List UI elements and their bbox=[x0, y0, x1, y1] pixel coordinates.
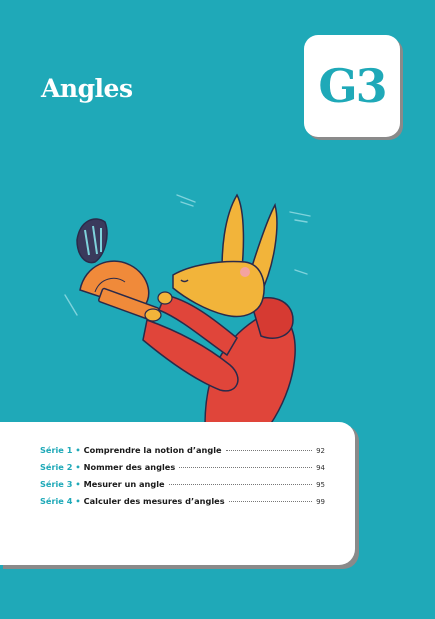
toc-topic: Comprendre la notion d’angle bbox=[83, 445, 222, 455]
dot-leader bbox=[168, 484, 313, 485]
toc-topic: Mesurer un angle bbox=[83, 479, 165, 489]
bullet-icon: • bbox=[75, 496, 81, 506]
toc-row[interactable]: Série 4 • Calculer des mesures d’angles … bbox=[40, 496, 325, 513]
toc-card: Série 1 • Comprendre la notion d’angle 9… bbox=[0, 422, 355, 565]
page-title: Angles bbox=[41, 74, 133, 103]
chapter-badge-label: G3 bbox=[318, 59, 387, 113]
table-of-contents: Série 1 • Comprendre la notion d’angle 9… bbox=[40, 445, 325, 513]
toc-row[interactable]: Série 3 • Mesurer un angle 95 bbox=[40, 479, 325, 496]
dot-leader bbox=[179, 467, 313, 468]
toc-page-number: 95 bbox=[316, 481, 325, 489]
bullet-icon: • bbox=[75, 462, 81, 472]
bullet-icon: • bbox=[75, 479, 81, 489]
chapter-badge: G3 bbox=[304, 35, 400, 137]
dot-leader bbox=[225, 450, 313, 451]
toc-page-number: 99 bbox=[316, 498, 325, 506]
toc-page-number: 94 bbox=[316, 464, 325, 472]
toc-row[interactable]: Série 2 • Nommer des angles 94 bbox=[40, 462, 325, 479]
toc-serie-label: Série 3 bbox=[40, 479, 73, 489]
toc-serie-label: Série 2 bbox=[40, 462, 73, 472]
toc-topic: Nommer des angles bbox=[83, 462, 176, 472]
toc-topic: Calculer des mesures d’angles bbox=[83, 496, 225, 506]
bullet-icon: • bbox=[75, 445, 81, 455]
toc-serie-label: Série 1 bbox=[40, 445, 73, 455]
dot-leader bbox=[228, 501, 313, 502]
toc-row[interactable]: Série 1 • Comprendre la notion d’angle 9… bbox=[40, 445, 325, 462]
kangaroo-with-protractor-icon bbox=[64, 193, 311, 426]
toc-serie-label: Série 4 bbox=[40, 496, 73, 506]
toc-page-number: 92 bbox=[316, 447, 325, 455]
